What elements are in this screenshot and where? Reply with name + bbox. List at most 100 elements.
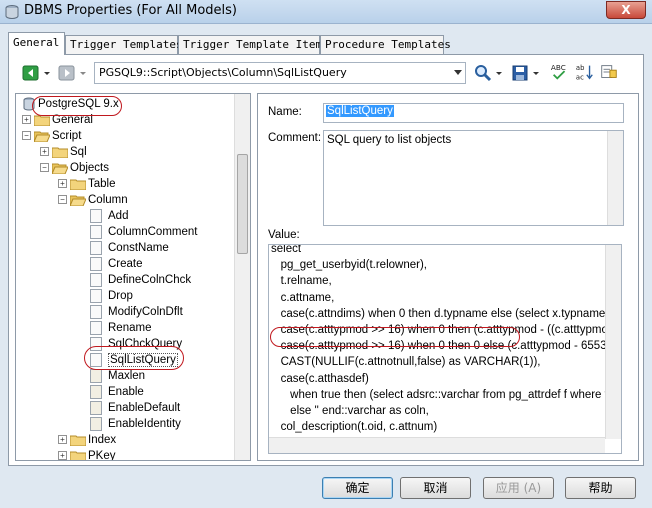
- tree-leaf-definecolnchck[interactable]: DefineColnChck: [90, 272, 191, 288]
- folder-icon: [70, 179, 86, 190]
- comment-field[interactable]: SQL query to list objects: [323, 130, 624, 226]
- comment-label: Comment:: [268, 132, 322, 144]
- folder-icon: [52, 147, 68, 158]
- tree-leaf-add[interactable]: Add: [90, 208, 128, 224]
- chevron-down-icon[interactable]: [42, 63, 52, 83]
- chevron-down-icon[interactable]: [78, 63, 88, 83]
- tree-leaf-maxlen[interactable]: Maxlen: [90, 368, 145, 384]
- svg-text:ab: ab: [576, 64, 584, 72]
- window-title: DBMS Properties (For All Models): [24, 3, 238, 18]
- ok-button[interactable]: 确定: [322, 477, 393, 499]
- tree-node-pkey[interactable]: + PKey: [58, 448, 116, 461]
- folder-open-icon: [34, 131, 50, 142]
- value-hscrollbar[interactable]: [269, 437, 605, 453]
- tree-leaf-label: Enable: [108, 386, 144, 398]
- tree-node-general[interactable]: + General: [22, 112, 93, 128]
- folder-icon: [70, 451, 86, 460]
- expand-icon[interactable]: +: [58, 179, 67, 189]
- tree-view[interactable]: PostgreSQL 9.x + General − Script + Sql − Ob…: [15, 93, 251, 461]
- tree-node-label: PKey: [88, 450, 116, 461]
- tree-leaf-enable[interactable]: Enable: [90, 384, 144, 400]
- properties-panel: Name: SqlListQuery Comment: SQL query to…: [257, 93, 639, 461]
- document-icon: [90, 288, 102, 303]
- collapse-icon[interactable]: −: [40, 163, 49, 173]
- tree-leaf-label: ConstName: [108, 242, 169, 254]
- tab-general[interactable]: General: [8, 32, 65, 55]
- name-value: SqlListQuery: [326, 105, 394, 117]
- value-vscrollbar[interactable]: [605, 245, 621, 439]
- tree-node-sql[interactable]: + Sql: [40, 144, 87, 160]
- tab-trigger-templates[interactable]: Trigger Templates: [65, 35, 183, 54]
- tree-leaf-columncomment[interactable]: ColumnComment: [90, 224, 197, 240]
- path-combobox[interactable]: PGSQL9::Script\Objects\Column\SqlListQue…: [94, 62, 466, 84]
- tree-node-index[interactable]: + Index: [58, 432, 116, 448]
- tree-leaf-constname[interactable]: ConstName: [90, 240, 169, 256]
- collapse-icon[interactable]: −: [22, 131, 31, 141]
- tree-node-objects[interactable]: − Objects: [40, 160, 109, 176]
- value-label: Value:: [268, 229, 300, 241]
- tab-trigger-template-items[interactable]: Trigger Template Items: [178, 35, 329, 54]
- database-icon: [23, 97, 35, 111]
- tree-leaf-enabledefault[interactable]: EnableDefault: [90, 400, 180, 416]
- tree-leaf-drop[interactable]: Drop: [90, 288, 133, 304]
- tree-node-label: Script: [52, 130, 82, 142]
- document-icon: [90, 352, 102, 367]
- expand-icon[interactable]: +: [22, 115, 31, 125]
- help-button[interactable]: 帮助: [565, 477, 636, 499]
- tree-scrollbar[interactable]: [234, 94, 250, 460]
- tree-leaf-label: EnableIdentity: [108, 418, 181, 430]
- expand-icon[interactable]: +: [58, 435, 67, 445]
- path-value: PGSQL9::Script\Objects\Column\SqlListQue…: [99, 66, 347, 79]
- tree-node-column[interactable]: − Column: [58, 192, 128, 208]
- tab-procedure-templates[interactable]: Procedure Templates: [320, 35, 451, 54]
- tree-leaf-rename[interactable]: Rename: [90, 320, 151, 336]
- forward-icon[interactable]: [57, 63, 77, 83]
- scroll-thumb[interactable]: [237, 154, 248, 254]
- spellcheck-icon[interactable]: ABC: [549, 62, 571, 82]
- tree-leaf-label: DefineColnChck: [108, 274, 192, 286]
- sort-icon[interactable]: ab ac: [574, 62, 596, 82]
- chevron-down-icon[interactable]: [531, 63, 541, 83]
- tree-leaf-create[interactable]: Create: [90, 256, 143, 272]
- name-field[interactable]: SqlListQuery: [323, 103, 624, 123]
- tree-leaf-sqlchckquery[interactable]: SqlChckQuery: [90, 336, 182, 352]
- chevron-down-icon[interactable]: [494, 63, 504, 83]
- code-line: case(c.attndims) when 0 then d.typname e…: [271, 307, 622, 320]
- tree-root[interactable]: PostgreSQL 9.x: [22, 96, 119, 112]
- value-editor[interactable]: select pg_get_userbyid(t.relowner), t.re…: [268, 244, 622, 454]
- tree-leaf-label: Drop: [108, 290, 133, 302]
- tree-node-script[interactable]: − Script: [22, 128, 81, 144]
- tree-root-label: PostgreSQL 9.x: [38, 98, 119, 110]
- apply-button[interactable]: 应用 (A): [483, 477, 554, 499]
- sql-code: select pg_get_userbyid(t.relowner), t.re…: [271, 245, 622, 453]
- properties-icon[interactable]: [598, 62, 620, 82]
- close-button[interactable]: X: [606, 1, 646, 19]
- folder-icon: [70, 435, 86, 446]
- tree-leaf-enableidentity[interactable]: EnableIdentity: [90, 416, 181, 432]
- tree-leaf-sqllistquery[interactable]: SqlListQuery: [90, 352, 178, 368]
- save-icon[interactable]: [510, 63, 530, 83]
- code-line: case(c.atttypmod >> 16) when 0 then 0 el…: [271, 340, 622, 353]
- variable-icon: [90, 368, 102, 383]
- tree-node-label: General: [52, 114, 93, 126]
- tree-leaf-label: ModifyColnDflt: [108, 306, 183, 318]
- code-line: CAST(NULLIF(c.attnotnull,false) as VARCH…: [271, 356, 541, 369]
- back-icon[interactable]: [21, 63, 41, 83]
- comment-scrollbar[interactable]: [607, 131, 623, 225]
- tree-leaf-modifycolndflt[interactable]: ModifyColnDflt: [90, 304, 183, 320]
- tree-leaf-label: Maxlen: [108, 370, 146, 382]
- code-line: when true then (select adsrc::varchar fr…: [271, 388, 622, 401]
- find-icon[interactable]: [473, 63, 493, 83]
- tree-node-label: Sql: [70, 146, 87, 158]
- document-icon: [90, 256, 102, 271]
- tree-node-table[interactable]: + Table: [58, 176, 116, 192]
- tree-node-label: Column: [88, 194, 128, 206]
- cancel-button[interactable]: 取消: [400, 477, 471, 499]
- expand-icon[interactable]: +: [40, 147, 49, 157]
- chevron-down-icon[interactable]: [454, 70, 462, 75]
- tree-leaf-label: Add: [108, 210, 129, 222]
- expand-icon[interactable]: +: [58, 451, 67, 460]
- collapse-icon[interactable]: −: [58, 195, 67, 205]
- svg-text:ac: ac: [576, 73, 584, 81]
- tree-leaf-label: SqlListQuery: [108, 353, 178, 367]
